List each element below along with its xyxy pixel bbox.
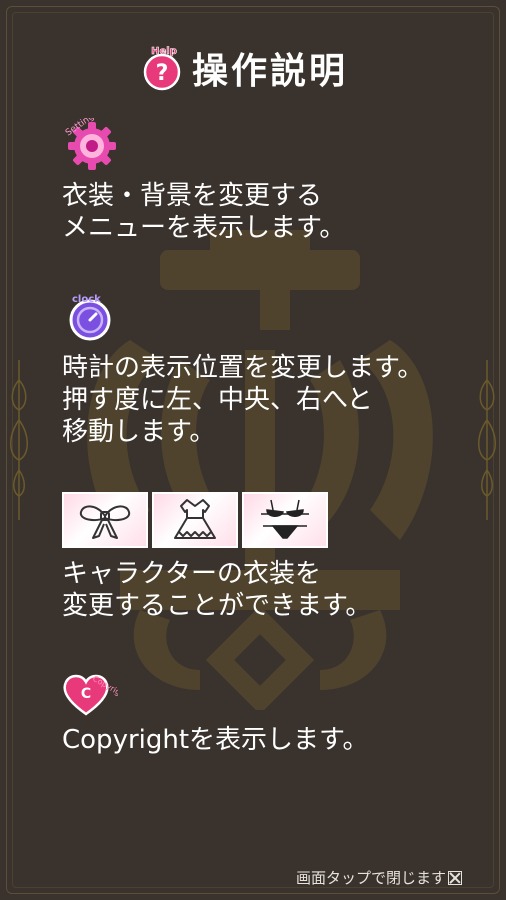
description-line: 衣装・背景を変更する	[62, 181, 323, 211]
description-line: Copyrightを表示します。	[62, 725, 369, 755]
close-icon[interactable]	[448, 870, 462, 885]
description-line: 変更することができます。	[62, 591, 372, 621]
page-title: 操作説明	[192, 51, 349, 92]
setting-description: 衣装・背景を変更する メニューを表示します。	[62, 180, 345, 244]
outfit-description: キャラクターの衣装を 変更することができます。	[62, 558, 371, 622]
description-line: メニューを表示します。	[62, 213, 346, 243]
clock-description: 時計の表示位置を変更します。 押す度に左、中央、右へと 移動します。	[62, 352, 423, 448]
background-emblem	[87, 230, 433, 710]
help-badge: Help	[151, 46, 177, 57]
description-line: 時計の表示位置を変更します。	[62, 353, 424, 383]
description-line: キャラクターの衣装を	[62, 559, 321, 589]
bikini-icon	[261, 499, 309, 539]
dress-icon	[174, 499, 216, 539]
help-glyph: ?	[156, 61, 169, 86]
copyright-description: Copyrightを表示します。	[62, 724, 368, 756]
help-icon: ? Help	[142, 44, 184, 92]
outfit-buttons	[62, 492, 328, 548]
setting-gear-icon: Setting	[64, 118, 116, 170]
copyright-heart-icon: C Copyright	[63, 674, 118, 716]
outfit-ribbon-button[interactable]	[62, 492, 148, 548]
copyright-glyph: C	[81, 686, 91, 702]
outfit-dress-button[interactable]	[152, 492, 238, 548]
right-ornament	[478, 360, 496, 520]
ribbon-icon	[79, 505, 131, 539]
header: ? Help 操作説明	[142, 40, 348, 96]
clock-icon: clock	[69, 294, 111, 341]
left-ornament	[10, 360, 28, 520]
clock-label: clock	[72, 294, 101, 305]
description-line: 押す度に左、中央、右へと	[62, 385, 373, 415]
close-hint-text: 画面タップで閉じます	[295, 869, 446, 887]
close-hint[interactable]: 画面タップで閉じます	[296, 867, 462, 888]
outfit-bikini-button[interactable]	[242, 492, 328, 548]
description-line: 移動します。	[62, 417, 216, 447]
